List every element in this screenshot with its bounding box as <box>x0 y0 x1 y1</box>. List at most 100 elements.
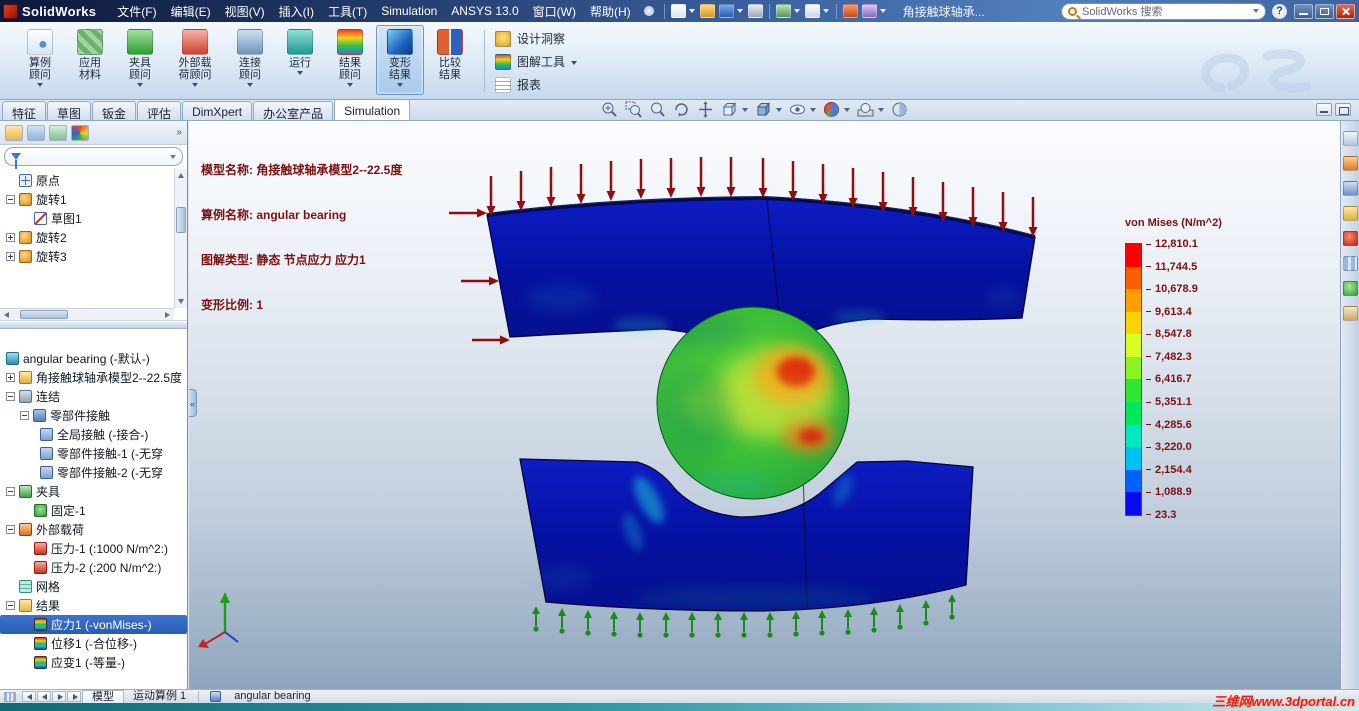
tab-sketch[interactable]: 草图 <box>47 101 92 121</box>
design-library-icon[interactable] <box>1342 181 1358 196</box>
sim-tree-model[interactable]: 角接触球轴承模型2--22.5度 <box>0 368 187 387</box>
collapse-expander-icon[interactable] <box>6 392 15 401</box>
sim-tree-mesh[interactable]: 网格 <box>0 577 187 596</box>
pan-icon[interactable] <box>697 101 714 118</box>
search-box[interactable]: SolidWorks 搜索 <box>1061 2 1266 20</box>
model-tab[interactable]: 模型 <box>82 690 124 703</box>
rebuild-icon[interactable] <box>842 4 858 18</box>
compare-results-button[interactable]: 比较结果 <box>426 25 474 95</box>
sim-tree-contact-1[interactable]: 零部件接触-1 (-无穿 <box>0 444 187 463</box>
section-view-icon[interactable] <box>891 101 908 118</box>
sim-tree-study-root[interactable]: angular bearing (-默认-) <box>0 349 187 368</box>
tree-item-revolve3[interactable]: 旋转3 <box>0 247 174 266</box>
results-advisor-button[interactable]: 结果顾问 <box>326 25 374 95</box>
menu-edit[interactable]: 编辑(E) <box>164 2 218 21</box>
plot-tools-button[interactable]: 图解工具 <box>495 53 578 70</box>
properties-icon[interactable] <box>861 4 877 18</box>
menu-pin-icon[interactable] <box>643 6 654 16</box>
menu-insert[interactable]: 插入(I) <box>272 2 321 21</box>
tab-dimxpert[interactable]: DimXpert <box>182 101 253 120</box>
tab-sheetmetal[interactable]: 钣金 <box>92 101 137 121</box>
file-explorer-icon[interactable] <box>1342 206 1358 221</box>
rotate-view-icon[interactable] <box>673 101 690 118</box>
search-dropdown-icon[interactable] <box>1253 9 1259 13</box>
view-palette-icon[interactable] <box>1342 256 1358 271</box>
help-icon[interactable] <box>1272 3 1287 19</box>
dimxpert-manager-tab-icon[interactable] <box>71 124 89 141</box>
run-button[interactable]: 运行 <box>276 25 324 95</box>
undo-dropdown-icon[interactable] <box>793 9 800 13</box>
open-icon[interactable] <box>699 4 715 18</box>
menu-help[interactable]: 帮助(H) <box>583 2 638 21</box>
task-pane-pin-icon[interactable] <box>1342 131 1358 146</box>
scroll-left-icon[interactable] <box>4 312 9 318</box>
expand-expander-icon[interactable] <box>6 252 15 261</box>
sim-tree-connections[interactable]: 连结 <box>0 387 187 406</box>
panel-overflow-chevron-icon[interactable] <box>176 127 182 138</box>
motion-study-tab[interactable]: 运动算例 1 <box>124 690 195 703</box>
fixtures-advisor-button[interactable]: 夹具顾问 <box>116 25 164 95</box>
sim-tree-strain1[interactable]: 应变1 (-等量-) <box>0 653 187 672</box>
menu-tools[interactable]: 工具(T) <box>321 2 374 21</box>
dropdown-icon[interactable] <box>844 107 851 112</box>
menu-ansys[interactable]: ANSYS 13.0 <box>444 3 525 19</box>
zoom-in-out-icon[interactable] <box>649 101 666 118</box>
scroll-right-icon[interactable] <box>165 312 170 318</box>
save-icon[interactable] <box>718 4 734 18</box>
collapse-expander-icon[interactable] <box>20 411 29 420</box>
scroll-down-icon[interactable] <box>178 299 184 304</box>
feature-tree-vertical-scrollbar[interactable] <box>174 169 187 308</box>
tree-filter-bar[interactable] <box>4 147 183 169</box>
sim-tree-fixed-1[interactable]: 固定-1 <box>0 501 187 520</box>
edit-appearance-icon[interactable] <box>823 101 840 118</box>
scrollbar-thumb[interactable] <box>20 310 68 319</box>
tree-item-origin[interactable]: 原点 <box>0 171 174 190</box>
dropdown-icon[interactable] <box>878 107 885 112</box>
new-dropdown-icon[interactable] <box>688 9 695 13</box>
search-input[interactable]: SolidWorks 搜索 <box>1082 3 1162 19</box>
apply-scene-icon[interactable] <box>857 101 874 118</box>
feature-tree-horizontal-scrollbar[interactable] <box>0 308 174 320</box>
expand-expander-icon[interactable] <box>6 373 15 382</box>
design-insight-button[interactable]: 设计洞察 <box>495 30 577 47</box>
custom-properties-icon[interactable] <box>1342 306 1358 321</box>
sim-tree-results[interactable]: 结果 <box>0 596 187 615</box>
window-maximize-button[interactable] <box>1315 3 1334 19</box>
sim-tree-stress1-selected[interactable]: 应力1 (-vonMises-) <box>0 615 187 634</box>
pane-minimize-icon[interactable] <box>1316 103 1332 116</box>
graphics-area[interactable]: 模型名称: 角接触球轴承模型2--22.5度 算例名称: angular bea… <box>189 121 1340 689</box>
properties-dropdown-icon[interactable] <box>879 9 886 13</box>
scrollbar-thumb[interactable] <box>176 207 186 233</box>
first-tab-nav-icon[interactable] <box>22 691 36 702</box>
sim-tree-pressure-2[interactable]: 压力-2 (:200 N/m^2:) <box>0 558 187 577</box>
study-advisor-button[interactable]: 算例顾问 <box>16 25 64 95</box>
tab-features[interactable]: 特征 <box>2 101 47 121</box>
menu-file[interactable]: 文件(F) <box>110 2 163 21</box>
collapse-expander-icon[interactable] <box>6 195 15 204</box>
display-style-icon[interactable] <box>755 101 772 118</box>
connections-advisor-button[interactable]: 连接顾问 <box>226 25 274 95</box>
undo-icon[interactable] <box>775 4 791 18</box>
appearances-scenes-icon[interactable] <box>1342 281 1358 296</box>
print-icon[interactable] <box>747 4 763 18</box>
collapse-expander-icon[interactable] <box>6 525 15 534</box>
feature-manager-tab-icon[interactable] <box>5 124 23 141</box>
select-dropdown-icon[interactable] <box>822 9 829 13</box>
save-dropdown-icon[interactable] <box>736 9 743 13</box>
sim-tree-displacement1[interactable]: 位移1 (-合位移-) <box>0 634 187 653</box>
external-loads-advisor-button[interactable]: 外部载荷顾问 <box>166 25 224 95</box>
hide-show-items-icon[interactable] <box>789 101 806 118</box>
prev-tab-nav-icon[interactable] <box>37 691 51 702</box>
tab-evaluate[interactable]: 评估 <box>137 101 182 121</box>
dropdown-icon[interactable] <box>776 107 783 112</box>
panel-splitter[interactable] <box>0 321 187 329</box>
last-tab-nav-icon[interactable] <box>67 691 81 702</box>
panel-collapse-handle[interactable] <box>189 389 197 417</box>
next-tab-nav-icon[interactable] <box>52 691 66 702</box>
apply-material-button[interactable]: 应用材料 <box>66 25 114 95</box>
zoom-area-icon[interactable] <box>625 101 642 118</box>
sim-tree-pressure-1[interactable]: 压力-1 (:1000 N/m^2:) <box>0 539 187 558</box>
configuration-manager-tab-icon[interactable] <box>49 124 67 141</box>
collapse-expander-icon[interactable] <box>6 487 15 496</box>
tab-simulation[interactable]: Simulation <box>334 99 411 120</box>
